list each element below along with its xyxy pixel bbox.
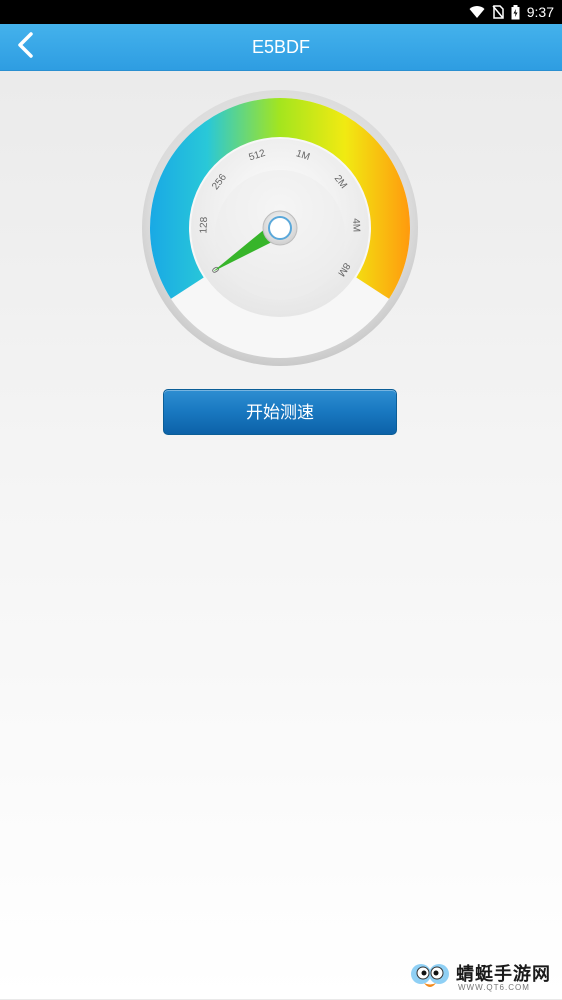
gauge-tick-label: 4M: [350, 218, 362, 232]
watermark-url: WWW.QT6.COM: [458, 983, 530, 992]
gauge-tick-label: 128: [198, 216, 210, 234]
chevron-left-icon: [16, 31, 34, 63]
status-bar: 9:37: [0, 0, 562, 24]
watermark: 蜻蜓手游网 WWW.QT6.COM: [406, 957, 556, 997]
back-button[interactable]: [6, 28, 44, 66]
wifi-icon: [469, 5, 485, 19]
no-sim-icon: [492, 5, 504, 19]
speed-gauge: 01282565121M2M4M8M: [141, 89, 419, 367]
battery-charging-icon: [511, 4, 520, 20]
start-speed-test-button[interactable]: 开始测速: [163, 389, 397, 435]
status-time: 9:37: [526, 4, 554, 20]
gauge-hub-center: [268, 216, 292, 240]
app-bar: E5BDF: [0, 24, 562, 71]
dragonfly-logo-icon: [408, 959, 452, 1000]
page-title: E5BDF: [251, 37, 311, 57]
status-icons: 9:37: [469, 0, 554, 24]
